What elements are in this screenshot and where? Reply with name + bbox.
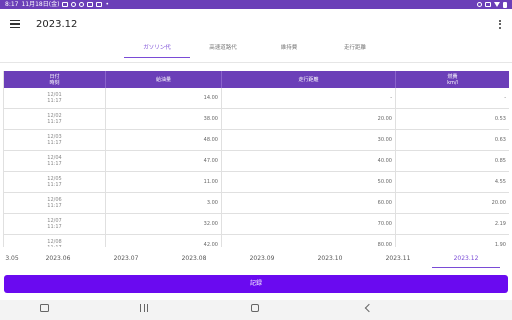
cell-date: 12/0811:17 — [4, 235, 106, 247]
system-nav-bar — [0, 300, 512, 320]
headset-icon — [79, 2, 85, 7]
cell-efficiency: - — [396, 88, 509, 108]
tab-mileage[interactable]: 走行距離 — [322, 39, 388, 61]
cell-distance: 50.00 — [222, 172, 396, 192]
month-2023-10[interactable]: 2023.10 — [296, 250, 364, 268]
month-2023-09[interactable]: 2023.09 — [228, 250, 296, 268]
table-row[interactable]: 12/06 11:17 3.00 60.00 20.00 — [4, 193, 509, 214]
cell-distance: - — [222, 88, 396, 108]
location-icon — [477, 2, 482, 7]
cell-fuel: 42.00 — [106, 235, 222, 247]
table-row[interactable]: 12/05 11:17 11.00 50.00 4.55 — [4, 172, 509, 193]
cell-fuel: 32.00 — [106, 214, 222, 234]
cell-fuel: 48.00 — [106, 130, 222, 150]
cell-distance: 70.00 — [222, 214, 396, 234]
cell-date: 12/06 11:17 — [4, 193, 106, 213]
image-icon — [87, 2, 94, 7]
month-2023-11[interactable]: 2023.11 — [364, 250, 432, 268]
table-header: 日付 時刻 給油量 走行距離 燃費 km/l — [4, 71, 509, 88]
home-icon[interactable] — [251, 304, 259, 312]
status-date: 11月18日(金) — [21, 1, 60, 8]
table-row[interactable]: 12/02 11:17 38.00 20.00 0.53 — [4, 109, 509, 130]
cell-efficiency: 2.19 — [396, 214, 509, 234]
month-2023-12[interactable]: 2023.12 — [432, 250, 500, 268]
cell-efficiency: 20.00 — [396, 193, 509, 213]
cell-distance: 80.00 — [222, 235, 396, 247]
month-3-05[interactable]: 3.05 — [0, 250, 24, 268]
wifi-icon — [494, 2, 500, 7]
cell-date: 12/03 11:17 — [4, 130, 106, 150]
battery-icon — [503, 1, 507, 8]
cell-distance: 30.00 — [222, 130, 396, 150]
cell-date: 12/02 11:17 — [4, 109, 106, 129]
cell-fuel: 38.00 — [106, 109, 222, 129]
record-button[interactable]: 記録 — [4, 275, 508, 293]
cell-date: 12/01 11:17 — [4, 88, 106, 108]
fuel-table[interactable]: 日付 時刻 給油量 走行距離 燃費 km/l 12/01 11:17 14.00- -… — [3, 71, 509, 247]
cell-date: 12/04 11:17 — [4, 151, 106, 171]
cloud-icon — [71, 2, 77, 7]
table-row[interactable]: 12/0811:1742.0080.001.90 — [4, 235, 509, 247]
cell-fuel: 47.00 — [106, 151, 222, 171]
app-screen: 8:17 11月18日(金) • 2023.12 ガソリン代 高速道路代 維持費… — [0, 0, 512, 320]
cell-distance: 60.00 — [222, 193, 396, 213]
cell-date: 12/05 11:17 — [4, 172, 106, 192]
tab-maintenance[interactable]: 維持費 — [256, 39, 322, 61]
month-2023-07[interactable]: 2023.07 — [92, 250, 160, 268]
page-title: 2023.12 — [36, 18, 78, 30]
month-selector: 3.05 2023.06 2023.07 2023.08 2023.09 2023.10 2… — [0, 250, 512, 268]
notification-icon — [62, 2, 69, 7]
more-notifications-icon: • — [105, 1, 109, 8]
cell-date: 12/07 11:17 — [4, 214, 106, 234]
recents-icon[interactable] — [140, 304, 148, 312]
back-icon[interactable] — [364, 303, 374, 313]
status-time: 8:17 — [5, 1, 19, 8]
header-fuel: 給油量 — [106, 71, 222, 88]
header-distance: 走行距離 — [222, 71, 396, 88]
tab-highway[interactable]: 高速道路代 — [190, 39, 256, 61]
table-body: 12/01 11:17 14.00- -12/02 11:17 38.00 20.00 0.5… — [4, 88, 509, 247]
table-row[interactable]: 12/04 11:17 47.00 40.00 0.85 — [4, 151, 509, 172]
alarm-icon — [96, 2, 103, 7]
cell-efficiency: 0.85 — [396, 151, 509, 171]
hamburger-menu-icon[interactable] — [10, 20, 20, 28]
cell-fuel: 3.00 — [106, 193, 222, 213]
cell-efficiency: 0.63 — [396, 130, 509, 150]
cell-efficiency: 0.53 — [396, 109, 509, 129]
tab-gasoline[interactable]: ガソリン代 — [124, 39, 190, 61]
tab-divider — [0, 62, 512, 67]
month-2023-08[interactable]: 2023.08 — [160, 250, 228, 268]
cell-efficiency: 1.90 — [396, 235, 509, 247]
cell-distance: 20.00 — [222, 109, 396, 129]
table-row[interactable]: 12/01 11:17 14.00- - — [4, 88, 509, 109]
status-bar: 8:17 11月18日(金) • — [0, 0, 512, 9]
header-date: 日付 時刻 — [4, 71, 106, 88]
cell-efficiency: 4.55 — [396, 172, 509, 192]
table-row[interactable]: 12/03 11:17 48.00 30.00 0.63 — [4, 130, 509, 151]
vibrate-icon — [485, 2, 491, 7]
overflow-menu-icon[interactable] — [498, 19, 502, 29]
cell-fuel: 11.00 — [106, 172, 222, 192]
table-row[interactable]: 12/07 11:17 32.00 70.00 2.19 — [4, 214, 509, 235]
accessibility-icon[interactable] — [40, 304, 49, 312]
cell-distance: 40.00 — [222, 151, 396, 171]
app-bar: 2023.12 — [0, 9, 512, 39]
header-efficiency: 燃費 km/l — [396, 71, 509, 88]
cell-fuel: 14.00 — [106, 88, 222, 108]
tab-bar: ガソリン代 高速道路代 維持費 走行距離 — [0, 39, 512, 61]
month-2023-06[interactable]: 2023.06 — [24, 250, 92, 268]
